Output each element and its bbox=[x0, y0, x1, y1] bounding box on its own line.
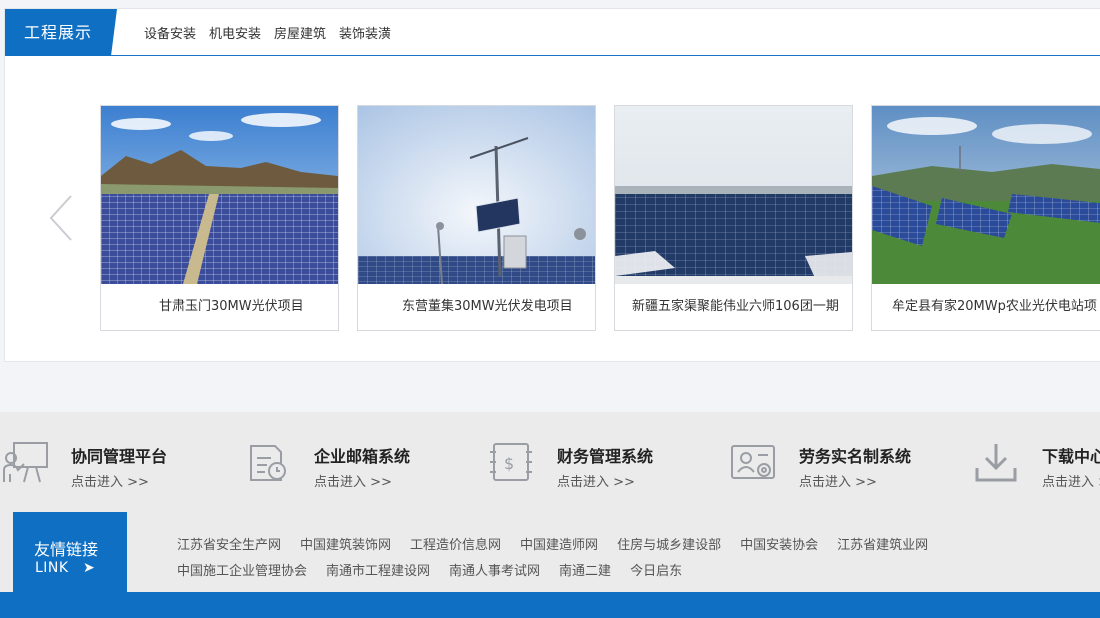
finance-ledger-icon: $ bbox=[488, 440, 538, 486]
project-caption: 牟定县有家20MWp农业光伏电站项 bbox=[892, 299, 1097, 314]
page: 工程展示 设备安装 机电安装 房屋建筑 装饰装潢 甘肃玉门30MW光伏项目 东营… bbox=[0, 0, 1100, 618]
tab-electromechanical-install[interactable]: 机电安装 bbox=[209, 23, 261, 42]
project-caption: 甘肃玉门30MW光伏项目 bbox=[159, 299, 304, 314]
platform-enter-link[interactable]: 点击进入 >> bbox=[799, 471, 877, 490]
tab-building-construction[interactable]: 房屋建筑 bbox=[274, 23, 326, 42]
footer-bar bbox=[0, 592, 1100, 618]
platform-name: 协同管理平台 bbox=[71, 447, 168, 466]
friend-link[interactable]: 中国建筑装饰网 bbox=[300, 534, 391, 553]
showcase-title-tail bbox=[111, 9, 117, 56]
platform-enter-link[interactable]: 点击进入 >> bbox=[557, 471, 635, 490]
friendly-links-list: 江苏省安全生产网 中国建筑装饰网 工程造价信息网 中国建造师网 住房与城乡建设部… bbox=[177, 530, 1057, 582]
project-card[interactable]: 牟定县有家20MWp农业光伏电站项 bbox=[871, 105, 1100, 331]
platform-enter-link[interactable]: 点击进入 >> bbox=[314, 471, 392, 490]
platform-name: 企业邮箱系统 bbox=[314, 447, 411, 466]
showcase-header: 工程展示 设备安装 机电安装 房屋建筑 装饰装潢 bbox=[5, 9, 1100, 56]
project-photo bbox=[615, 106, 852, 284]
friend-link[interactable]: 南通二建 bbox=[559, 560, 611, 579]
svg-text:$: $ bbox=[504, 454, 514, 473]
platform-name: 劳务实名制系统 bbox=[799, 447, 912, 466]
platform-shortcuts: 协同管理平台 点击进入 >> 企业邮箱系统 点击进入 >> $ 财务管理系统 点… bbox=[0, 412, 1100, 510]
tab-decoration[interactable]: 装饰装潢 bbox=[339, 23, 391, 42]
project-photo bbox=[358, 106, 595, 284]
showcase-tabs: 设备安装 机电安装 房屋建筑 装饰装潢 bbox=[144, 9, 391, 56]
platform-enter-link[interactable]: 点击进入 >> bbox=[1042, 471, 1100, 490]
presentation-board-icon bbox=[2, 440, 52, 486]
project-photo bbox=[101, 106, 338, 284]
friend-link[interactable]: 中国建造师网 bbox=[520, 534, 598, 553]
project-photo bbox=[872, 106, 1100, 284]
friendly-links-title: 友情链接 bbox=[34, 540, 99, 559]
friend-link[interactable]: 工程造价信息网 bbox=[410, 534, 501, 553]
project-showcase: 工程展示 设备安装 机电安装 房屋建筑 装饰装潢 甘肃玉门30MW光伏项目 东营… bbox=[4, 8, 1100, 362]
mail-document-icon bbox=[245, 440, 295, 486]
friendly-links-subtitle: LINK bbox=[35, 560, 69, 576]
arrow-right-icon: ➤ bbox=[83, 560, 95, 576]
project-caption: 新疆五家渠聚能伟业六师106团一期 bbox=[632, 299, 839, 314]
friend-link[interactable]: 中国施工企业管理协会 bbox=[177, 560, 307, 579]
links-row: 江苏省安全生产网 中国建筑装饰网 工程造价信息网 中国建造师网 住房与城乡建设部… bbox=[177, 530, 1057, 556]
showcase-title: 工程展示 bbox=[5, 9, 111, 56]
friend-link[interactable]: 南通市工程建设网 bbox=[326, 560, 430, 579]
friend-link[interactable]: 中国安装协会 bbox=[740, 534, 818, 553]
platform-enter-link[interactable]: 点击进入 >> bbox=[71, 471, 149, 490]
friend-link[interactable]: 南通人事考试网 bbox=[449, 560, 540, 579]
project-caption: 东营董集30MW光伏发电项目 bbox=[402, 299, 573, 314]
download-icon bbox=[973, 440, 1023, 486]
project-card[interactable]: 新疆五家渠聚能伟业六师106团一期 bbox=[614, 105, 853, 331]
tab-equipment-install[interactable]: 设备安装 bbox=[144, 23, 196, 42]
platform-name: 财务管理系统 bbox=[557, 447, 654, 466]
friend-link[interactable]: 江苏省建筑业网 bbox=[837, 534, 928, 553]
project-card[interactable]: 东营董集30MW光伏发电项目 bbox=[357, 105, 596, 331]
friendly-links-badge: 友情链接 LINK ➤ bbox=[13, 512, 127, 592]
platform-name: 下载中心 bbox=[1042, 447, 1100, 466]
project-card[interactable]: 甘肃玉门30MW光伏项目 bbox=[100, 105, 339, 331]
friend-link[interactable]: 江苏省安全生产网 bbox=[177, 534, 281, 553]
links-row: 中国施工企业管理协会 南通市工程建设网 南通人事考试网 南通二建 今日启东 bbox=[177, 556, 1057, 582]
friend-link[interactable]: 今日启东 bbox=[630, 560, 682, 579]
carousel-prev-arrow-icon[interactable] bbox=[45, 192, 77, 244]
id-card-icon bbox=[730, 440, 780, 486]
friendly-links: 友情链接 LINK ➤ 江苏省安全生产网 中国建筑装饰网 工程造价信息网 中国建… bbox=[0, 510, 1100, 592]
friend-link[interactable]: 住房与城乡建设部 bbox=[617, 534, 721, 553]
